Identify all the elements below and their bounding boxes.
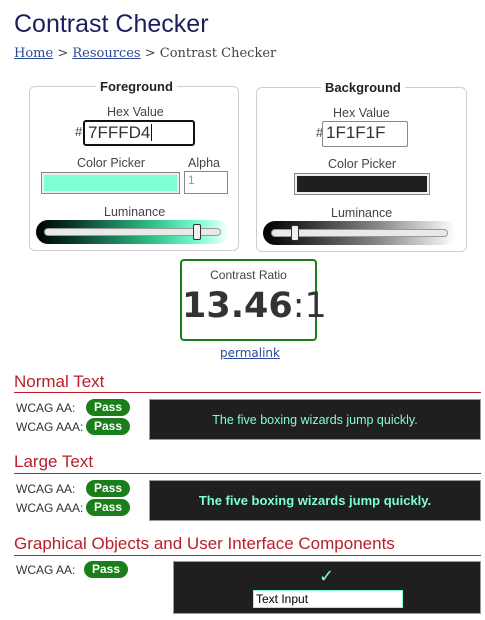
page-title: Contrast Checker: [14, 10, 209, 38]
ratio-number: 13.46: [182, 286, 293, 326]
foreground-hex-label: Hex Value: [107, 105, 164, 119]
foreground-legend: Foreground: [100, 79, 173, 94]
check-icon: ✓: [319, 566, 335, 587]
large-aaa-label: WCAG AAA:: [16, 501, 84, 515]
normal-aaa-pass-badge: Pass: [86, 418, 131, 435]
background-panel: Background Hex Value # 1F1F1F Color Pick…: [256, 80, 467, 252]
background-swatch-fill: [297, 176, 427, 192]
foreground-hash-symbol: #: [75, 124, 83, 139]
foreground-alpha-placeholder: 1: [188, 173, 195, 187]
large-aa-pass-badge: Pass: [86, 480, 131, 497]
background-hex-label: Hex Value: [333, 106, 390, 120]
foreground-picker-label: Color Picker: [77, 156, 146, 170]
graphical-aa-label: WCAG AA:: [16, 563, 76, 577]
contrast-ratio-value: 13.46:1: [182, 286, 327, 326]
foreground-color-picker[interactable]: [41, 172, 180, 194]
background-hex-input[interactable]: 1F1F1F: [322, 121, 408, 147]
foreground-luminance-thumb[interactable]: [192, 224, 201, 240]
background-luminance-slider[interactable]: [263, 221, 456, 245]
normal-aaa-label: WCAG AAA:: [16, 420, 84, 434]
background-legend: Background: [325, 80, 401, 95]
foreground-luminance-slider[interactable]: [36, 220, 229, 244]
normal-text-sample: The five boxing wizards jump quickly.: [149, 399, 481, 440]
breadcrumb-resources-link[interactable]: Resources: [72, 46, 140, 61]
foreground-luminance-label: Luminance: [104, 205, 166, 219]
background-luminance-thumb[interactable]: [291, 225, 300, 241]
background-color-picker[interactable]: [294, 173, 430, 195]
normal-text-heading: Normal Text: [14, 372, 105, 391]
breadcrumb-home-link[interactable]: Home: [14, 46, 53, 61]
graphical-objects-heading: Graphical Objects and User Interface Com…: [14, 534, 395, 553]
foreground-alpha-input[interactable]: 1: [184, 171, 228, 194]
large-aa-label: WCAG AA:: [16, 482, 76, 496]
foreground-hex-value: 7FFFD4: [88, 123, 151, 142]
normal-aa-label: WCAG AA:: [16, 401, 76, 415]
breadcrumb-separator: >: [57, 46, 69, 61]
large-text-sample: The five boxing wizards jump quickly.: [149, 480, 481, 521]
foreground-hex-input[interactable]: 7FFFD4: [83, 120, 195, 146]
breadcrumb: Home > Resources > Contrast Checker: [14, 46, 276, 61]
section-divider: [14, 392, 481, 393]
breadcrumb-separator: >: [144, 46, 156, 61]
permalink-link[interactable]: permalink: [220, 346, 280, 360]
contrast-ratio-box: Contrast Ratio 13.46:1: [180, 259, 327, 341]
foreground-panel: Foreground Hex Value # 7FFFD4 Color Pick…: [29, 79, 239, 251]
ratio-one: 1: [304, 286, 327, 326]
section-divider: [14, 473, 481, 474]
sample-text-input[interactable]: Text Input: [253, 590, 403, 608]
foreground-alpha-label: Alpha: [188, 156, 220, 170]
contrast-ratio-label: Contrast Ratio: [210, 268, 287, 282]
breadcrumb-current: Contrast Checker: [159, 46, 277, 61]
large-aaa-pass-badge: Pass: [86, 499, 131, 516]
foreground-swatch-fill: [44, 175, 177, 191]
normal-aa-pass-badge: Pass: [86, 399, 131, 416]
background-luminance-label: Luminance: [331, 206, 393, 220]
ratio-colon: :: [292, 286, 305, 326]
graphical-aa-pass-badge: Pass: [84, 561, 129, 578]
section-divider: [14, 555, 481, 556]
background-hex-value: 1F1F1F: [326, 123, 386, 142]
graphical-objects-sample: ✓ Text Input: [173, 561, 481, 614]
background-picker-label: Color Picker: [328, 157, 397, 171]
large-text-heading: Large Text: [14, 452, 94, 471]
